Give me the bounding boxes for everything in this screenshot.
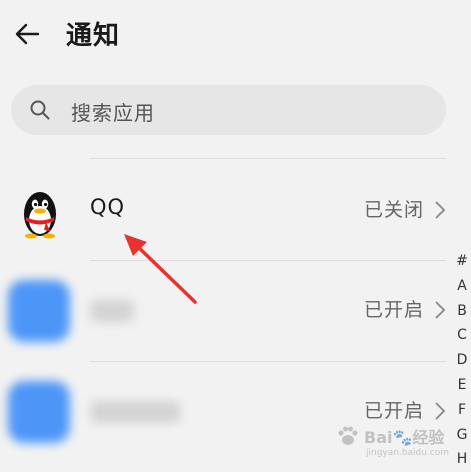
blurred-app-icon [8,381,70,443]
notification-status: 已开启 [363,299,424,321]
index-letter[interactable]: G [453,423,471,448]
alphabet-index[interactable]: # A B C D E F G H [453,249,471,472]
paw-icon [338,426,358,445]
search-input[interactable]: 搜索应用 [11,85,446,135]
app-name-blurred [90,300,134,322]
index-letter[interactable]: B [453,299,471,324]
qq-penguin-icon [24,192,56,239]
index-letter[interactable]: A [453,274,471,299]
index-letter[interactable]: # [453,249,471,274]
watermark-url: jingyan.baidu.com [366,448,450,458]
divider [90,361,446,362]
chevron-right-icon [435,301,446,319]
notification-status: 已关闭 [363,199,424,221]
index-letter[interactable]: H [453,447,471,472]
blurred-app-icon [8,280,70,342]
baidu-watermark: Bai🐾经验 jingyan.baidu.com [330,420,450,465]
page-title: 通知 [66,21,121,51]
app-name-blurred [90,401,180,423]
app-row-qq[interactable]: QQ 已关闭 [0,162,450,262]
divider [90,260,446,261]
chevron-right-icon [435,201,446,219]
app-name: QQ [90,195,126,219]
app-header: 通知 [0,0,471,70]
index-letter[interactable]: F [453,398,471,423]
watermark-text: Bai🐾经验 [364,428,445,447]
index-letter[interactable]: C [453,323,471,348]
chevron-right-icon [435,402,446,420]
search-placeholder: 搜索应用 [71,101,155,125]
index-letter[interactable]: D [453,348,471,373]
arrow-left-icon[interactable] [12,18,44,50]
divider [90,158,446,159]
search-icon [30,100,50,120]
notification-status: 已开启 [363,400,424,422]
app-row[interactable]: 已开启 [0,262,450,362]
index-letter[interactable]: E [453,373,471,398]
